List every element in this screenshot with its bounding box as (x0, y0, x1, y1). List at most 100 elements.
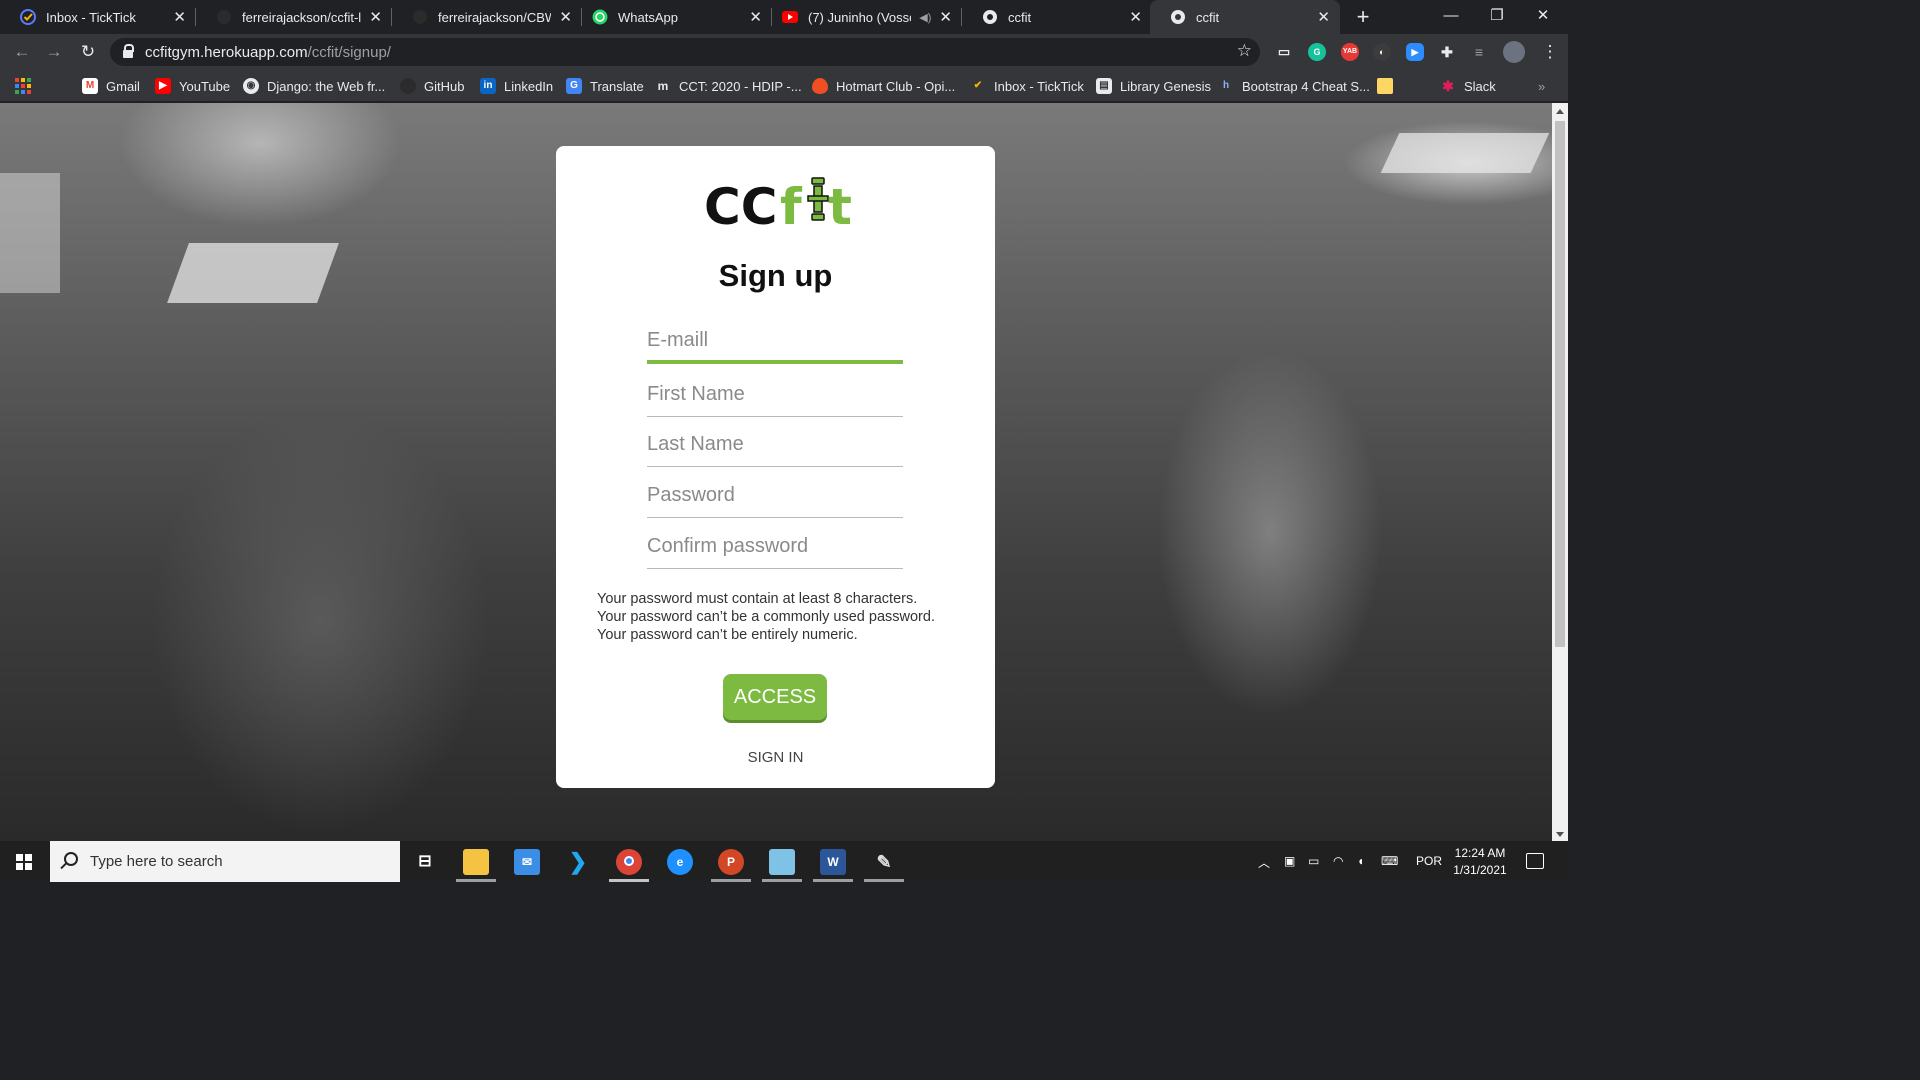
last-name-field[interactable] (647, 423, 903, 467)
bookmark-youtube[interactable]: ▶ YouTube (155, 77, 230, 95)
yab-extension-icon[interactable]: YAB (1341, 43, 1359, 61)
running-indicator (813, 879, 853, 882)
app-icon[interactable] (769, 849, 795, 875)
clock[interactable]: 12:24 AM 1/31/2021 (1445, 845, 1515, 879)
close-icon[interactable]: ✕ (1129, 8, 1142, 26)
tab-github-cbwa[interactable]: ferreirajackson/CBWA- ✕ (392, 0, 582, 34)
zoom-icon[interactable]: ▶ (1406, 43, 1424, 61)
close-icon[interactable]: ✕ (939, 8, 952, 26)
apps-grid-icon[interactable] (15, 77, 31, 95)
chrome-icon[interactable] (616, 849, 642, 875)
page-scrollbar[interactable] (1552, 103, 1568, 841)
bookmark-label: Library Genesis (1120, 78, 1212, 94)
profile-avatar[interactable] (1503, 41, 1525, 63)
bookmark-bootstrap[interactable]: h Bootstrap 4 Cheat S... (1218, 77, 1370, 95)
scroll-down-icon[interactable] (1556, 832, 1564, 837)
tab-title: (7) Juninho (Vosso (808, 9, 912, 25)
lock-icon (123, 44, 134, 58)
edge-icon[interactable]: e (667, 849, 693, 875)
tab-ticktick[interactable]: Inbox - TickTick ✕ (0, 0, 196, 34)
window-close-icon[interactable]: ✕ (1520, 0, 1566, 34)
language-indicator[interactable]: POR (1416, 854, 1442, 868)
bookmark-cct[interactable]: m CCT: 2020 - HDIP -... (655, 77, 802, 95)
notifications-icon[interactable] (1526, 853, 1544, 869)
vscode-icon[interactable]: ❯ (565, 849, 591, 875)
speaker-icon[interactable]: ◀) (919, 11, 931, 24)
meet-now-icon[interactable]: ▣ (1284, 854, 1295, 868)
ticktick-icon (20, 9, 36, 25)
bookmark-ticktick[interactable]: ✔ Inbox - TickTick (970, 77, 1084, 95)
back-icon[interactable]: ← (10, 40, 34, 64)
tab-title: WhatsApp (618, 9, 678, 25)
confirm-password-field[interactable] (647, 525, 903, 569)
scroll-up-icon[interactable] (1556, 109, 1564, 114)
tab-title: Inbox - TickTick (46, 9, 136, 25)
bookmark-library-genesis[interactable]: ▤ Library Genesis (1096, 77, 1211, 95)
windows-taskbar: Type here to search ⊟ ✉ ❯ e P W ✎ ︿ ▣ ▭ … (0, 841, 1568, 882)
hackerthemes-icon: h (1222, 80, 1230, 91)
svg-text:f: f (780, 178, 803, 234)
sign-in-link[interactable]: SIGN IN (556, 749, 995, 766)
search-placeholder: Type here to search (90, 853, 223, 870)
bookmark-linkedin[interactable]: in LinkedIn (480, 77, 553, 95)
bookmark-github[interactable]: GitHub (400, 77, 464, 95)
running-indicator (864, 879, 904, 882)
bookmark-gmail[interactable]: M Gmail (82, 77, 140, 95)
bookmark-star-icon[interactable]: ☆ (1237, 41, 1252, 61)
scrollbar-thumb[interactable] (1555, 121, 1565, 647)
keyboard-icon[interactable]: ⌨ (1381, 854, 1398, 868)
tab-youtube[interactable]: (7) Juninho (Vosso ◀) ✕ (772, 0, 962, 34)
tab-ccfit[interactable]: ccfit ✕ (962, 0, 1152, 34)
bookmark-label: LinkedIn (504, 78, 554, 94)
github-icon (216, 9, 232, 25)
battery-icon[interactable]: ▭ (1308, 854, 1319, 868)
bookmark-label: Gmail (106, 78, 140, 94)
volume-muted-icon[interactable]: ◖ (1357, 854, 1364, 868)
menu-kebab-icon[interactable]: ⋮ (1538, 40, 1562, 64)
access-button[interactable]: ACCESS (723, 674, 827, 720)
more-bookmarks-icon[interactable]: » (1538, 77, 1545, 95)
windows-start-icon[interactable] (16, 854, 32, 870)
bookmark-django[interactable]: ◉ Django: the Web fr... (243, 77, 385, 95)
restore-icon[interactable]: ❐ (1474, 0, 1520, 34)
task-view-icon[interactable]: ⊟ (412, 849, 438, 875)
cast-icon[interactable]: ▭ (1275, 43, 1293, 61)
close-icon[interactable]: ✕ (369, 8, 382, 26)
search-icon (64, 852, 78, 866)
show-hidden-icons-icon[interactable]: ︿ (1258, 854, 1270, 871)
tab-github-ccfit[interactable]: ferreirajackson/ccfit-liv ✕ (196, 0, 392, 34)
extension-icon[interactable]: ◐ (1373, 43, 1391, 61)
paint-icon[interactable]: ✎ (871, 849, 897, 875)
address-bar[interactable]: ccfitgym.herokuapp.com/ccfit/signup/ ☆ (110, 38, 1260, 66)
powerpoint-icon[interactable]: P (718, 849, 744, 875)
new-tab-button[interactable]: + (1352, 4, 1374, 30)
hotmart-icon (812, 78, 828, 94)
reading-list-icon[interactable]: ≡ (1470, 43, 1488, 61)
close-icon[interactable]: ✕ (173, 8, 186, 26)
forward-icon[interactable]: → (42, 40, 66, 64)
close-icon[interactable]: ✕ (1317, 8, 1330, 26)
file-explorer-icon[interactable] (463, 849, 489, 875)
puzzle-extensions-icon[interactable]: ✚ (1438, 43, 1456, 61)
running-indicator (711, 879, 751, 882)
minimize-icon[interactable]: — (1428, 0, 1474, 34)
grammarly-icon[interactable]: G (1308, 43, 1326, 61)
bookmark-slack[interactable]: ✱ Slack (1440, 77, 1496, 95)
bookmark-translate[interactable]: G Translate (566, 77, 644, 95)
email-field[interactable] (647, 320, 903, 364)
close-icon[interactable]: ✕ (749, 8, 762, 26)
reload-icon[interactable]: ↻ (76, 40, 100, 64)
bookmark-hotmart[interactable]: Hotmart Club - Opi... (812, 77, 955, 95)
close-icon[interactable]: ✕ (559, 8, 572, 26)
first-name-field[interactable] (647, 373, 903, 417)
running-indicator (456, 879, 496, 882)
word-icon[interactable]: W (820, 849, 846, 875)
svg-text:t: t (828, 178, 852, 234)
wifi-icon[interactable]: ◠ (1333, 854, 1343, 868)
tab-ccfit-active[interactable]: ccfit ✕ (1150, 0, 1340, 34)
password-field[interactable] (647, 474, 903, 518)
mail-icon[interactable]: ✉ (514, 849, 540, 875)
taskbar-search[interactable]: Type here to search (50, 841, 400, 882)
tab-whatsapp[interactable]: WhatsApp ✕ (582, 0, 772, 34)
bookmark-folder[interactable] (1377, 77, 1401, 95)
